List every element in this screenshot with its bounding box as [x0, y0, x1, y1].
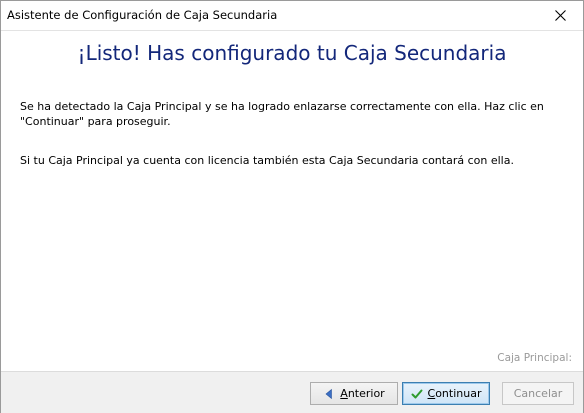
main-register-status-label: Caja Principal:: [497, 352, 572, 364]
close-icon: [554, 10, 566, 21]
license-message: Si tu Caja Principal ya cuenta con licen…: [20, 154, 514, 167]
cancel-button[interactable]: Cancelar: [502, 382, 574, 405]
cancel-button-label: Cancelar: [513, 387, 563, 400]
detected-message: Se ha detectado la Caja Principal y se h…: [20, 100, 544, 128]
header-divider: [1, 30, 583, 31]
arrow-left-icon: [323, 388, 335, 400]
check-icon: [411, 388, 423, 400]
continue-button-label: Continuar: [427, 387, 482, 400]
close-button[interactable]: [537, 1, 583, 30]
previous-button-label: Anterior: [340, 387, 385, 400]
page-heading: ¡Listo! Has configurado tu Caja Secundar…: [77, 41, 507, 65]
button-bar: Anterior Continuar Cancelar: [1, 371, 583, 413]
title-bar[interactable]: Asistente de Configuración de Caja Secun…: [1, 1, 583, 30]
wizard-window: Asistente de Configuración de Caja Secun…: [0, 0, 584, 413]
window-title: Asistente de Configuración de Caja Secun…: [7, 8, 278, 22]
previous-button[interactable]: Anterior: [310, 382, 398, 405]
continue-button[interactable]: Continuar: [402, 382, 490, 405]
